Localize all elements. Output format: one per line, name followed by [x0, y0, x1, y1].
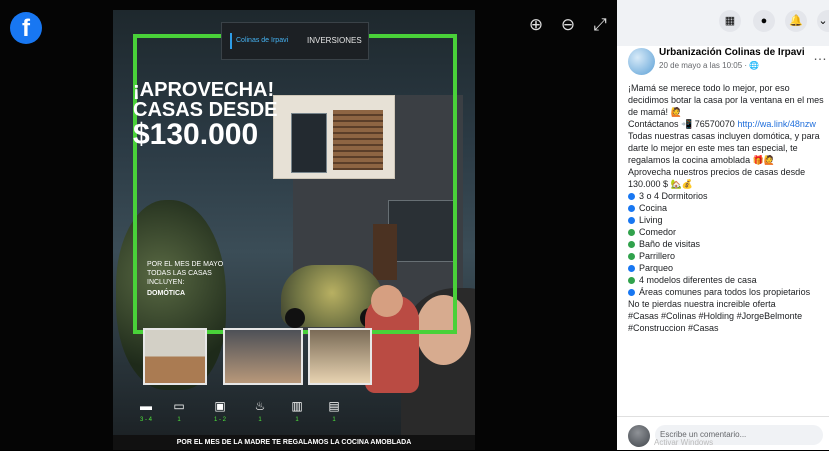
post-panel: ▦ ● 🔔 ⌄ Urbanización Colinas de Irpavi 2… — [617, 0, 829, 450]
comment-bar: Escribe un comentario... — [617, 416, 829, 451]
promo-line-1: POR EL MES DE MAYO — [147, 261, 224, 268]
more-options-icon[interactable]: … — [813, 48, 827, 62]
post-line: 130.000 $ 🏡💰 — [628, 179, 693, 189]
hashtags-line: #Casas #Colinas #Holding #JorgeBelmonte — [628, 311, 803, 321]
feature-icon-row: ▬ 3 - 4 ▭ 1 ▣ 1 - 2 ♨ 1 ▥ 1 ▤ 1 — [131, 400, 459, 425]
blue-bullet-icon — [628, 205, 635, 212]
list-item: 3 o 4 Dormitorios — [628, 190, 826, 202]
list-item: Parrillero — [628, 250, 826, 262]
notifications-icon[interactable]: 🔔 — [785, 10, 807, 32]
feature-count: 1 — [295, 417, 299, 423]
post-line: darte lo mejor en este mes tan especial,… — [628, 143, 798, 153]
list-text: 3 o 4 Dormitorios — [639, 191, 708, 201]
list-text: Comedor — [639, 227, 677, 237]
promo-line-4: DOMÓTICA — [147, 290, 186, 297]
top-navigation: ▦ ● 🔔 ⌄ — [617, 0, 829, 46]
facebook-logo-icon[interactable]: f — [10, 12, 42, 44]
list-text: 4 modelos diferentes de casa — [639, 275, 757, 285]
list-text: Parqueo — [639, 263, 674, 273]
post-line: Contáctanos 📲 76570070 http://wa.link/48… — [628, 118, 826, 130]
post-line: No te pierdas nuestra increible oferta — [628, 299, 776, 309]
bed-icon: ▬ 3 - 4 — [131, 400, 161, 425]
grill-icon: ♨ 1 — [245, 400, 275, 425]
blue-bullet-icon — [628, 217, 635, 224]
list-item: Cocina — [628, 202, 826, 214]
post-date[interactable]: 20 de mayo a las 10:05 · 🌐 — [659, 61, 759, 70]
feature-count: 1 — [258, 417, 262, 423]
author-avatar[interactable] — [628, 48, 655, 75]
contact-text: Contáctanos 📲 76570070 — [628, 119, 735, 129]
feature-count: 1 - 2 — [213, 417, 226, 423]
garage-icon: ▥ 1 — [282, 400, 312, 425]
green-bullet-icon — [628, 229, 635, 236]
blue-bullet-icon — [628, 289, 635, 296]
promo-line-2: TODAS LAS CASAS — [147, 270, 212, 277]
list-item: Áreas comunes para todos los propietario… — [628, 286, 826, 298]
feature-count: 1 — [332, 417, 336, 423]
list-text: Baño de visitas — [639, 239, 701, 249]
headline-price: $130.000 — [133, 118, 259, 151]
list-text: Cocina — [639, 203, 668, 213]
user-avatar[interactable] — [628, 425, 650, 447]
zoom-out-icon[interactable]: ⊖ — [558, 16, 578, 33]
account-menu-icon[interactable]: ⌄ — [817, 10, 829, 32]
post-line: Todas nuestras casas incluyen domótica, … — [628, 131, 820, 141]
post-text: ¡Mamá se merece todo lo mejor, por eso d… — [628, 82, 826, 334]
green-bullet-icon — [628, 277, 635, 284]
advert-footer: POR EL MES DE LA MADRE TE REGALAMOS LA C… — [113, 435, 475, 450]
viewer-toolbar: ⊕ ⊖ ⤢ — [526, 16, 610, 33]
post-line: decidimos botar la casa por la ventana e… — [628, 95, 824, 105]
advert-logo: Colinas de Irpavi INVERSIONES — [221, 22, 369, 60]
promo-line-3: INCLUYEN: — [147, 279, 185, 286]
advertisement-image[interactable]: Colinas de Irpavi INVERSIONES ¡APROVECHA… — [113, 10, 475, 450]
list-item: 4 modelos diferentes de casa — [628, 274, 826, 286]
green-bullet-icon — [628, 253, 635, 260]
blue-bullet-icon — [628, 193, 635, 200]
laundry-icon: ▤ 1 — [319, 400, 349, 425]
feature-count: 3 - 4 — [139, 417, 152, 423]
list-item: Living — [628, 214, 826, 226]
advert-headline: ¡APROVECHA! CASAS DESDE $130.000 — [133, 80, 277, 150]
fullscreen-icon[interactable]: ⤢ — [590, 16, 610, 33]
list-item: Comedor — [628, 226, 826, 238]
post-line: regalamos la cocina amoblada 🎁🙋 — [628, 155, 775, 165]
whatsapp-link[interactable]: http://wa.link/48nzw — [737, 119, 816, 129]
messenger-icon[interactable]: ● — [753, 10, 775, 32]
post-line: Aprovecha nuestros precios de casas desd… — [628, 167, 806, 177]
bedroom-thumbnail — [308, 328, 372, 385]
author-name[interactable]: Urbanización Colinas de Irpavi — [659, 47, 805, 59]
post-line: ¡Mamá se merece todo lo mejor, por eso — [628, 83, 790, 93]
zoom-in-icon[interactable]: ⊕ — [526, 16, 546, 33]
list-text: Living — [639, 215, 663, 225]
advert-logo-right: INVERSIONES — [307, 36, 362, 45]
bathroom-icon: ▣ 1 - 2 — [205, 400, 235, 425]
green-bullet-icon — [628, 241, 635, 248]
sofa-icon: ▭ 1 — [164, 400, 194, 425]
interior-thumbnail — [223, 328, 303, 385]
menu-grid-icon[interactable]: ▦ — [719, 10, 741, 32]
list-item: Baño de visitas — [628, 238, 826, 250]
kitchen-thumbnail — [143, 328, 207, 385]
headline-line-2: CASAS DESDE — [133, 99, 278, 121]
list-item: Parqueo — [628, 262, 826, 274]
activation-watermark: Activar Windows — [654, 438, 714, 447]
advert-logo-left: Colinas de Irpavi — [230, 33, 291, 49]
advert-thumbnails — [143, 328, 372, 385]
blue-bullet-icon — [628, 265, 635, 272]
feature-count: 1 — [177, 417, 181, 423]
hashtags-line: #Construccion #Casas — [628, 323, 719, 333]
advert-promo: POR EL MES DE MAYO TODAS LAS CASAS INCLU… — [147, 260, 227, 298]
photo-viewer: f ⊕ ⊖ ⤢ Colinas de Irpavi INVERSIONES ¡A… — [0, 0, 617, 450]
post-line: de mamá! 🙋 — [628, 107, 682, 117]
list-text: Parrillero — [639, 251, 676, 261]
list-text: Áreas comunes para todos los propietario… — [639, 287, 811, 297]
headline-line-1: ¡APROVECHA! — [133, 79, 275, 101]
